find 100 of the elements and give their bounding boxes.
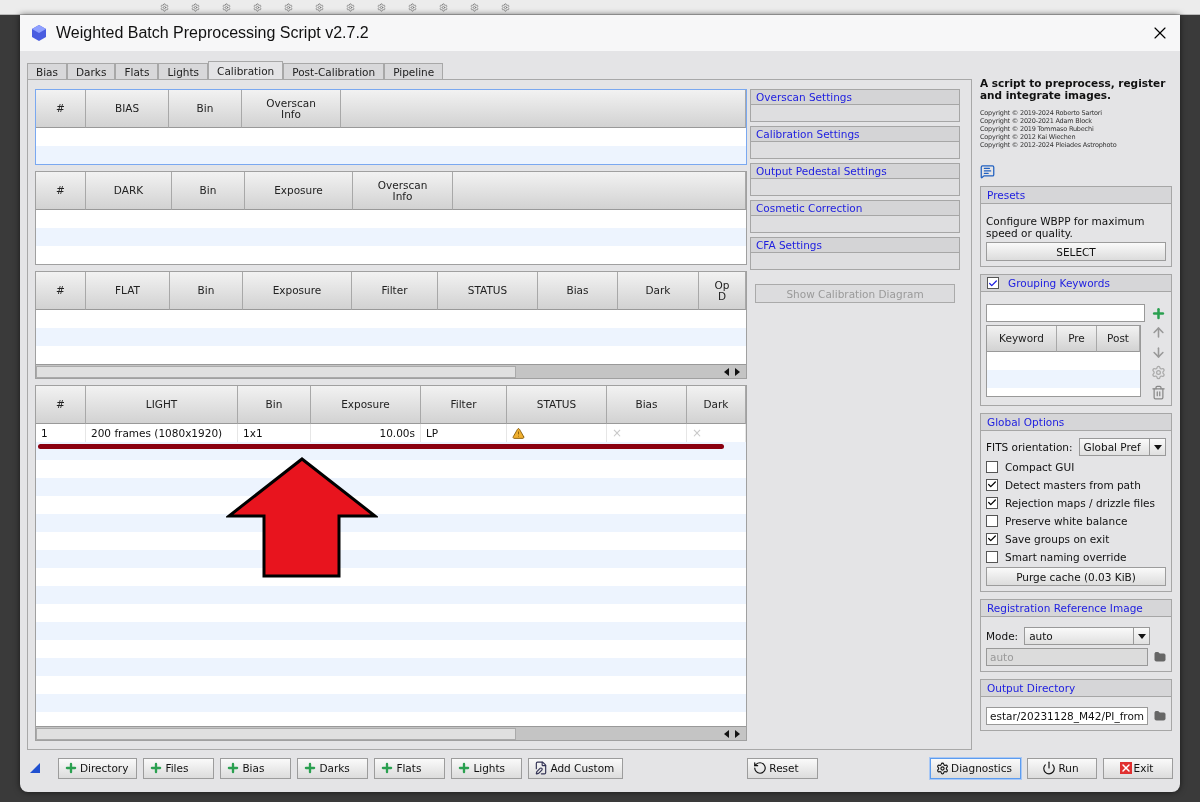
section-title[interactable]: Overscan Settings: [751, 90, 959, 105]
tab[interactable]: Flats: [115, 63, 159, 79]
tab[interactable]: Darks: [67, 63, 116, 79]
column-header[interactable]: Bin: [172, 172, 245, 210]
column-header[interactable]: #: [36, 272, 86, 310]
reset-button[interactable]: Reset: [747, 757, 819, 779]
column-header[interactable]: #: [36, 90, 86, 128]
field-label: FITS orientation:: [986, 441, 1073, 453]
tab[interactable]: Post-Calibration: [283, 63, 385, 79]
tab[interactable]: Pipeline: [384, 63, 444, 79]
toolbar-icon[interactable]: [253, 2, 262, 12]
comment-icon[interactable]: [980, 164, 995, 179]
toolbar-icon[interactable]: [346, 2, 355, 12]
column-header[interactable]: Exposure: [311, 386, 421, 424]
section-title[interactable]: Calibration Settings: [751, 127, 959, 142]
toolbar-icon[interactable]: [160, 2, 169, 12]
column-header[interactable]: Op D: [699, 272, 746, 310]
tab[interactable]: Lights: [158, 63, 209, 79]
purge-button[interactable]: Purge cache (0.03 KiB): [986, 567, 1166, 586]
add-button[interactable]: Directory: [58, 757, 138, 779]
option-label: Preserve white balance: [1005, 514, 1128, 527]
column-header[interactable]: Bin: [238, 386, 311, 424]
tab[interactable]: Calibration: [208, 61, 284, 79]
horizontal-scrollbar[interactable]: [36, 364, 746, 378]
group-title: Registration Reference Image: [981, 600, 1171, 617]
column-header[interactable]: BIAS: [86, 90, 169, 128]
column-header[interactable]: Post: [1097, 326, 1140, 352]
section-title[interactable]: Cosmetic Correction: [751, 201, 959, 216]
toolbar-icon[interactable]: [470, 2, 479, 12]
toolbar-icon[interactable]: [222, 2, 231, 12]
option-label: Rejection maps / drizzle files: [1005, 496, 1155, 509]
add-button[interactable]: Bias: [220, 757, 292, 779]
folder-icon[interactable]: [1154, 710, 1166, 722]
checkbox[interactable]: [986, 496, 998, 509]
add-button[interactable]: Flats: [374, 757, 446, 779]
add-button[interactable]: Files: [143, 757, 215, 779]
toolbar-icon[interactable]: [408, 2, 417, 12]
column-header[interactable]: FLAT: [86, 272, 170, 310]
add-button[interactable]: Add Custom: [528, 757, 624, 779]
toolbar-icon[interactable]: [315, 2, 324, 12]
tab[interactable]: Bias: [27, 63, 68, 79]
toolbar-icon[interactable]: [284, 2, 293, 12]
mode-dropdown[interactable]: auto: [1024, 627, 1151, 645]
app-logo-icon: [30, 24, 48, 42]
horizontal-scrollbar[interactable]: [36, 726, 746, 740]
checkbox[interactable]: [986, 514, 998, 527]
toolbar-icon[interactable]: [439, 2, 448, 12]
option-label: Detect masters from path: [1005, 478, 1141, 491]
gear-icon[interactable]: [1151, 365, 1166, 380]
action-button[interactable]: Diagnostics: [930, 757, 1021, 779]
column-header[interactable]: Exposure: [243, 272, 352, 310]
field-label: Mode:: [986, 630, 1019, 642]
add-button[interactable]: Lights: [451, 757, 523, 779]
column-header[interactable]: LIGHT: [86, 386, 238, 424]
trash-icon[interactable]: [1151, 385, 1166, 400]
window-title: Weighted Batch Preprocessing Script v2.7.2: [56, 24, 370, 42]
checkbox[interactable]: [986, 460, 998, 473]
corner-icon: [30, 763, 40, 773]
checkbox[interactable]: [986, 478, 998, 491]
folder-icon[interactable]: [1154, 651, 1166, 663]
column-header[interactable]: Filter: [421, 386, 507, 424]
toolbar-icon[interactable]: [377, 2, 386, 12]
add-button[interactable]: Darks: [297, 757, 369, 779]
column-header[interactable]: Filter: [352, 272, 438, 310]
column-header[interactable]: Exposure: [245, 172, 353, 210]
select-button[interactable]: SELECT: [986, 242, 1166, 261]
arrow-down-icon[interactable]: [1151, 345, 1166, 360]
plus-icon: [457, 761, 472, 775]
close-icon: [1119, 762, 1132, 774]
column-header[interactable]: STATUS: [507, 386, 607, 424]
column-header[interactable]: Dark: [687, 386, 746, 424]
checkbox[interactable]: [986, 532, 998, 545]
toolbar-icon[interactable]: [191, 2, 200, 12]
column-header[interactable]: #: [36, 172, 86, 210]
column-header[interactable]: Overscan Info: [242, 90, 341, 128]
column-header[interactable]: DARK: [86, 172, 172, 210]
checkbox[interactable]: [986, 550, 998, 563]
column-header[interactable]: Bin: [170, 272, 243, 310]
action-button[interactable]: Exit: [1103, 757, 1173, 779]
column-header[interactable]: Bias: [607, 386, 687, 424]
column-header[interactable]: Bias: [538, 272, 618, 310]
plus-icon: [64, 761, 78, 775]
option-label: Save groups on exit: [1005, 532, 1110, 545]
plus-icon[interactable]: [1151, 305, 1166, 321]
action-button[interactable]: Run: [1027, 757, 1097, 779]
column-header[interactable]: Overscan Info: [353, 172, 453, 210]
toolbar-icon[interactable]: [501, 2, 510, 12]
section-title[interactable]: Output Pedestal Settings: [751, 164, 959, 179]
keyword-field[interactable]: [986, 304, 1145, 322]
section-title[interactable]: CFA Settings: [751, 238, 959, 253]
orientation-dropdown[interactable]: Global Pref: [1078, 438, 1166, 456]
column-header[interactable]: STATUS: [438, 272, 538, 310]
column-header[interactable]: Dark: [618, 272, 699, 310]
column-header[interactable]: Keyword: [987, 326, 1057, 352]
checkbox[interactable]: [987, 277, 999, 289]
column-header[interactable]: Pre: [1057, 326, 1097, 352]
output-directory-field[interactable]: estar/20231128_M42/PI_from: [986, 707, 1148, 725]
column-header[interactable]: Bin: [169, 90, 242, 128]
column-header[interactable]: #: [36, 386, 86, 424]
cross-mark: ×: [692, 426, 703, 440]
